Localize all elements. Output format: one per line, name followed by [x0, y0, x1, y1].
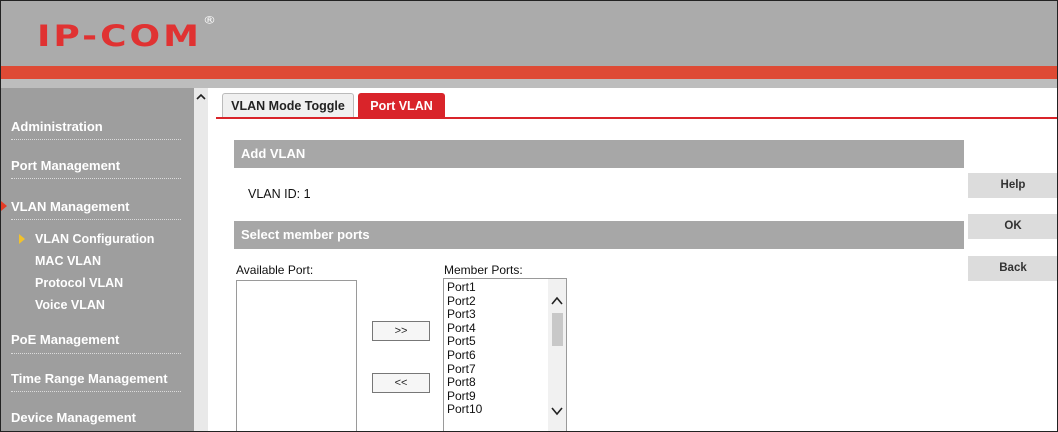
sidebar-item-time-range-management[interactable]: Time Range Management [11, 371, 181, 386]
scroll-thumb[interactable] [552, 313, 563, 346]
sidebar-item-poe-management[interactable]: PoE Management [11, 332, 181, 347]
member-port-list[interactable]: Port1 Port2 Port3 Port4 Port5 Port6 Port… [443, 278, 567, 431]
sidebar-item-port-management[interactable]: Port Management [11, 158, 181, 173]
member-port-items: Port1 Port2 Port3 Port4 Port5 Port6 Port… [447, 280, 482, 417]
list-item[interactable]: Port5 [447, 335, 482, 349]
sidebar-divider [11, 139, 181, 140]
help-button[interactable]: Help [968, 173, 1057, 198]
list-item[interactable]: Port1 [447, 280, 482, 295]
member-ports-label: Member Ports: [444, 263, 523, 277]
list-item[interactable]: Port7 [447, 362, 482, 377]
sidebar: Administration Port Management VLAN Mana… [1, 88, 194, 431]
list-item[interactable]: Port6 [447, 348, 482, 363]
available-port-list[interactable] [236, 280, 357, 431]
sidebar-divider [11, 178, 181, 179]
list-item[interactable]: Port3 [447, 308, 482, 322]
scroll-up-icon[interactable] [194, 90, 208, 104]
sidebar-subitem-mac-vlan[interactable]: MAC VLAN [35, 254, 101, 269]
sidebar-divider [11, 219, 181, 220]
available-port-label: Available Port: [236, 263, 314, 277]
header-accent-bar [1, 66, 1057, 79]
active-subitem-arrow-icon [19, 234, 25, 244]
select-member-ports-header: Select member ports [234, 221, 964, 249]
add-vlan-header: Add VLAN [234, 140, 964, 168]
scroll-down-icon[interactable] [550, 405, 564, 417]
back-button[interactable]: Back [968, 256, 1057, 281]
list-item[interactable]: Port2 [447, 294, 482, 309]
tab-underline [216, 117, 1057, 119]
header-strip [1, 79, 1057, 88]
sidebar-divider [11, 391, 181, 392]
list-item[interactable]: Port10 [447, 403, 482, 417]
add-port-button[interactable]: >> [372, 321, 430, 341]
sidebar-divider [11, 353, 181, 354]
list-item[interactable]: Port9 [447, 389, 482, 404]
page-frame: IP-COM® Administration Port Management V… [0, 0, 1058, 432]
ok-button[interactable]: OK [968, 214, 1057, 239]
header: IP-COM® [1, 1, 1057, 66]
sidebar-subitem-protocol-vlan[interactable]: Protocol VLAN [35, 276, 123, 291]
tab-port-vlan[interactable]: Port VLAN [358, 93, 445, 118]
sidebar-subitem-vlan-configuration[interactable]: VLAN Configuration [35, 232, 154, 247]
list-item[interactable]: Port8 [447, 376, 482, 390]
sidebar-subitem-voice-vlan[interactable]: Voice VLAN [35, 298, 105, 313]
list-item[interactable]: Port4 [447, 321, 482, 336]
remove-port-button[interactable]: << [372, 373, 430, 393]
member-list-scrollbar[interactable] [548, 279, 566, 431]
brand-logo: IP-COM® [37, 14, 216, 54]
tab-vlan-mode-toggle[interactable]: VLAN Mode Toggle [222, 93, 354, 118]
vlan-id-text: VLAN ID: 1 [248, 187, 311, 201]
sidebar-item-administration[interactable]: Administration [11, 119, 181, 134]
active-arrow-icon [1, 201, 7, 211]
sidebar-item-device-management[interactable]: Device Management [11, 410, 181, 425]
scroll-up-icon[interactable] [550, 295, 564, 307]
sidebar-item-vlan-management[interactable]: VLAN Management [11, 199, 181, 214]
sidebar-scrollbar[interactable] [194, 88, 208, 431]
